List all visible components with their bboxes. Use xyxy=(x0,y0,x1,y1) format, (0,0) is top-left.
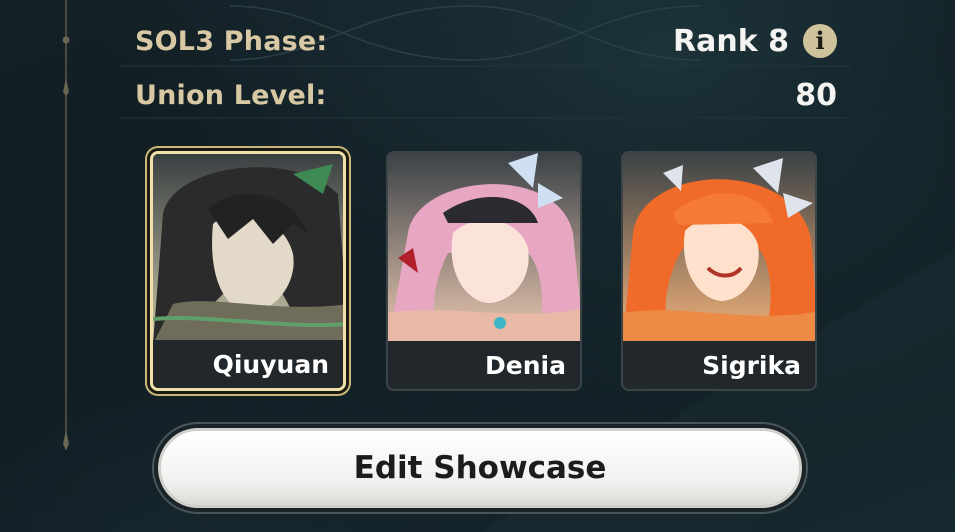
info-icon[interactable]: i xyxy=(803,24,837,58)
left-rail-decoration xyxy=(62,0,70,450)
union-level-value: 80 xyxy=(795,77,837,113)
edit-showcase-button[interactable]: Edit Showcase xyxy=(158,428,802,508)
character-portrait xyxy=(388,153,580,343)
character-name: Denia xyxy=(485,350,566,380)
character-name-bar: Sigrika xyxy=(623,341,815,389)
sol3-phase-row: SOL3 Phase: Rank 8 i xyxy=(135,18,837,64)
character-name: Qiuyuan xyxy=(212,349,329,379)
sol3-phase-value: Rank 8 xyxy=(673,23,789,59)
sol3-phase-value-group: Rank 8 i xyxy=(673,24,837,59)
character-name: Sigrika xyxy=(702,350,801,380)
character-name-bar: Qiuyuan xyxy=(153,340,343,388)
character-card-sigrika[interactable]: Sigrika xyxy=(621,151,817,391)
character-card-qiuyuan[interactable]: Qiuyuan xyxy=(150,151,346,391)
union-level-label: Union Level: xyxy=(135,79,327,111)
profile-showcase-panel: SOL3 Phase: Rank 8 i Union Level: 80 Qiu… xyxy=(0,0,955,532)
character-portrait xyxy=(623,153,815,343)
union-level-row: Union Level: 80 xyxy=(135,72,837,118)
character-name-bar: Denia xyxy=(388,341,580,389)
edit-showcase-label: Edit Showcase xyxy=(353,450,607,486)
character-card-denia[interactable]: Denia xyxy=(386,151,582,391)
character-portrait xyxy=(153,154,343,344)
sol3-phase-label: SOL3 Phase: xyxy=(135,25,328,57)
